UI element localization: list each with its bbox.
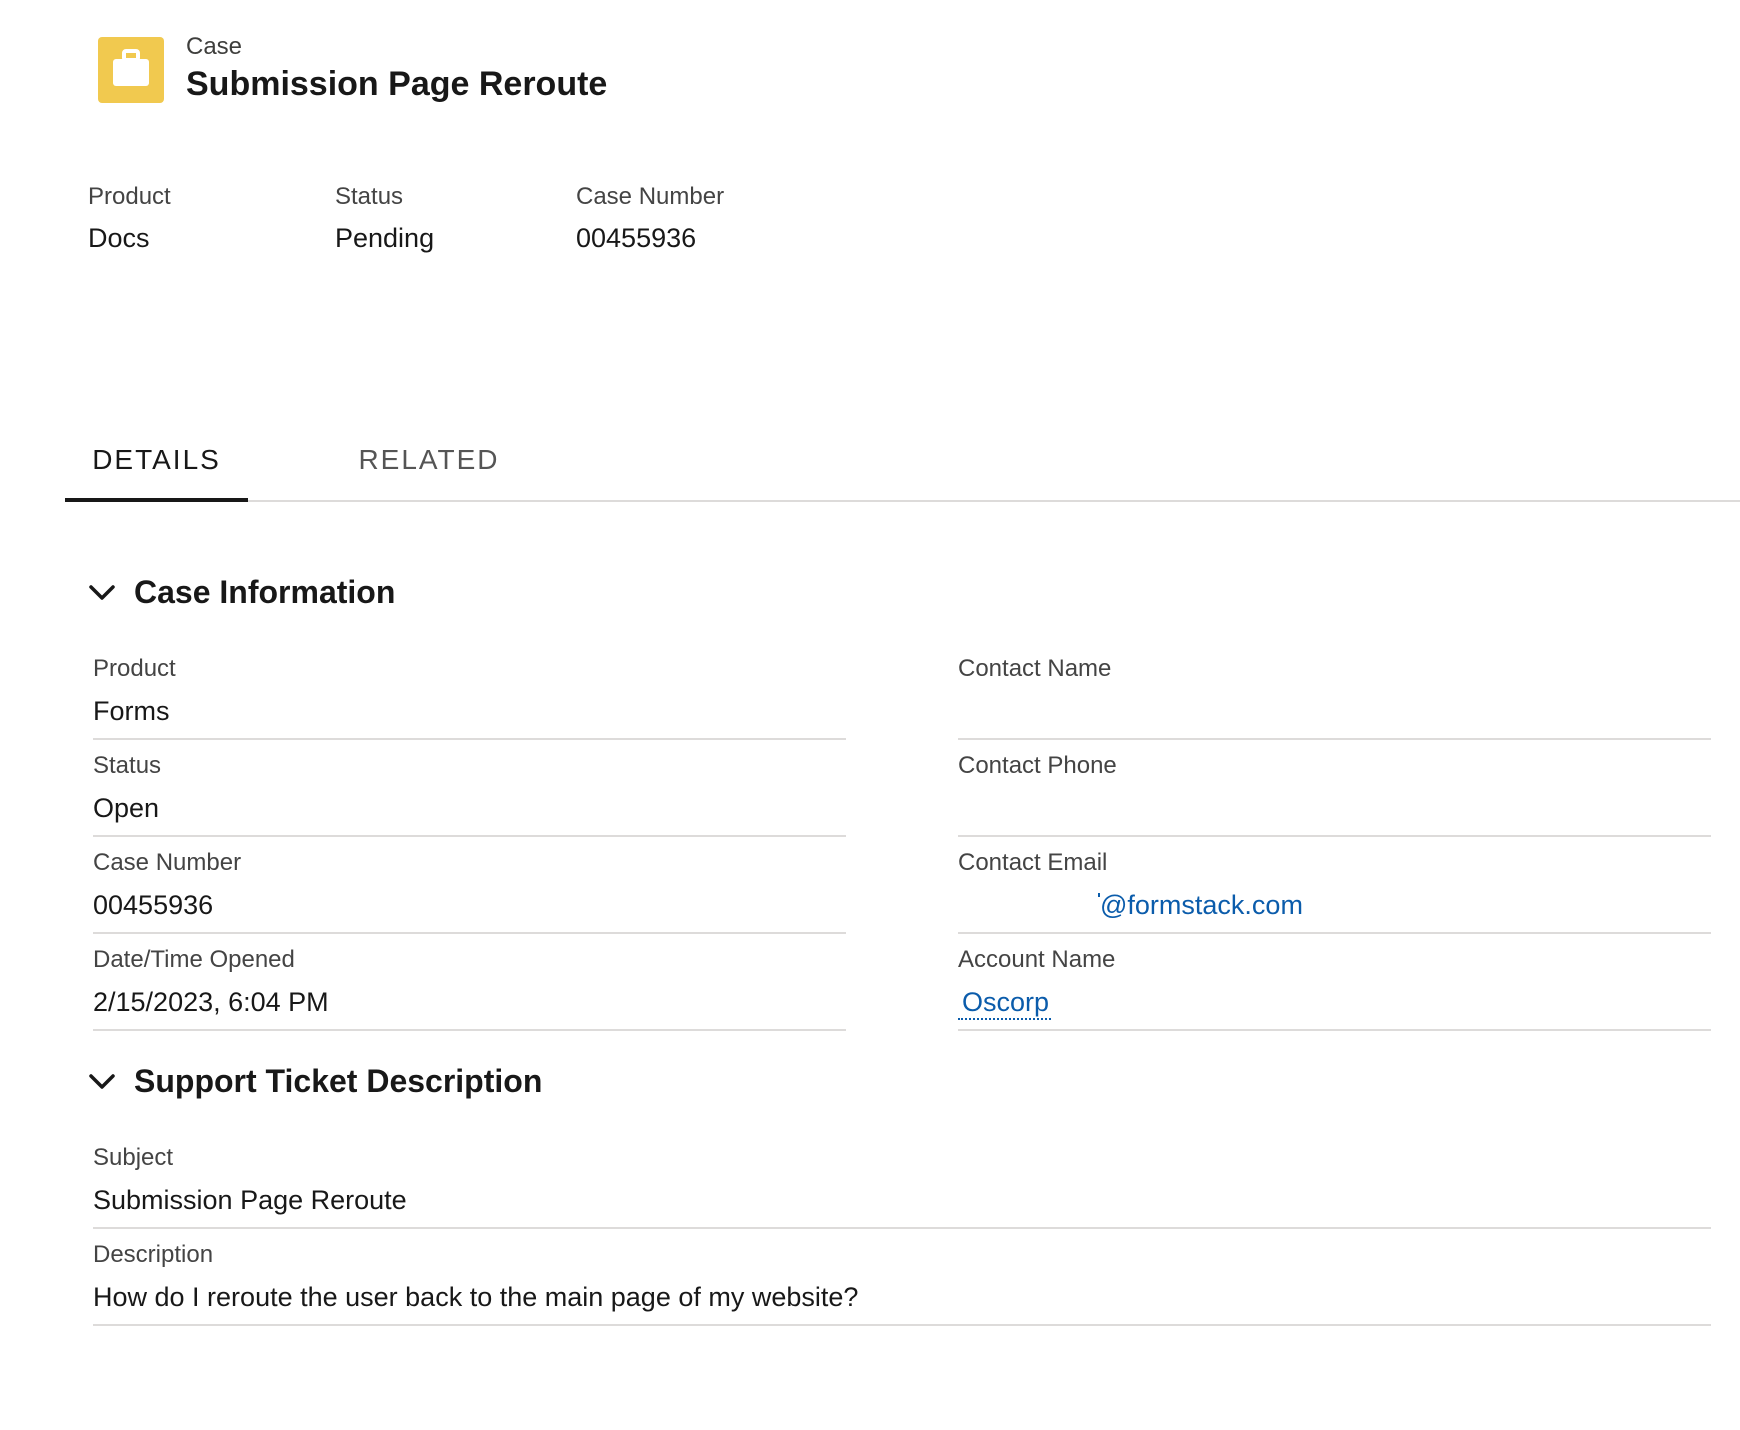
field-contact-email: Contact Email @formstack.com [958,839,1711,934]
highlight-status: Status Pending [335,180,434,256]
page-title: Submission Page Reroute [186,65,608,103]
field-contact-phone: Contact Phone [958,742,1711,837]
field-label: Contact Email [958,849,1108,876]
section-support-ticket-description[interactable]: Support Ticket Description [88,1059,542,1103]
field-label: Status [93,752,162,779]
highlight-value: Pending [335,223,435,253]
record-header: Case Submission Page Reroute [98,33,608,103]
field-label: Contact Name [958,655,1112,682]
field-label: Date/Time Opened [93,946,295,973]
redaction-mark [1098,893,1100,897]
section-title: Case Information [134,573,396,610]
field-label: Product [93,655,176,682]
highlight-label: Status [335,183,404,210]
field-value: 00455936 [93,890,214,920]
field-label: Case Number [93,849,242,876]
field-status: Status Open [93,742,846,837]
chevron-down-icon [89,585,115,600]
field-description: Description How do I reroute the user ba… [93,1231,1711,1326]
field-label: Account Name [958,946,1116,973]
highlight-label: Case Number [576,183,725,210]
field-value [958,693,1711,729]
tab-related[interactable]: RELATED [323,420,535,502]
highlight-case-number: Case Number 00455936 [576,180,724,256]
field-value [958,790,1711,826]
account-name-link[interactable]: Oscorp [958,986,1052,1020]
field-contact-name: Contact Name [958,645,1711,740]
highlights-panel: Product Docs Status Pending Case Number … [88,180,988,260]
highlight-value: 00455936 [576,223,697,253]
field-label: Contact Phone [958,752,1117,779]
field-label: Description [93,1241,214,1268]
tab-details[interactable]: DETAILS [65,420,248,502]
field-value: Submission Page Reroute [93,1185,407,1215]
field-value: How do I reroute the user back to the ma… [93,1282,859,1312]
field-account-name: Account Name Oscorp [958,936,1711,1031]
highlight-label: Product [88,183,171,210]
field-case-number: Case Number 00455936 [93,839,846,934]
contact-email-link[interactable]: @formstack.com [958,887,1711,923]
highlight-product: Product Docs [88,180,171,256]
record-tabs: DETAILS RELATED [65,420,1740,502]
section-title: Support Ticket Description [134,1062,543,1099]
field-product: Product Forms [93,645,846,740]
field-value: 2/15/2023, 6:04 PM [93,987,329,1017]
field-label: Subject [93,1144,174,1171]
object-type-label: Case [186,33,243,60]
highlight-value: Docs [88,223,150,253]
field-value: Forms [93,696,170,726]
chevron-down-icon [89,1074,115,1089]
field-value: Open [93,793,160,823]
section-case-information[interactable]: Case Information [88,570,395,614]
briefcase-icon [98,37,164,103]
contact-email-text[interactable]: @formstack.com [1100,890,1303,920]
field-subject: Subject Submission Page Reroute [93,1134,1711,1229]
field-date-time-opened: Date/Time Opened 2/15/2023, 6:04 PM [93,936,846,1031]
